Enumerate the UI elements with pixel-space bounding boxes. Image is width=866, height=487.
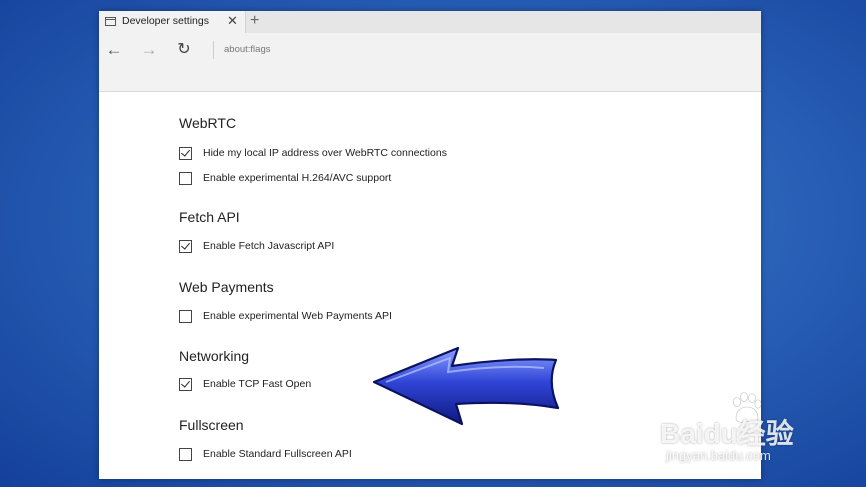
- checkbox[interactable]: [179, 378, 192, 391]
- option-label: Enable Standard Fullscreen API: [203, 448, 352, 460]
- section-title-fetch-api: Fetch API: [179, 209, 240, 225]
- option-label: Hide my local IP address over WebRTC con…: [203, 147, 447, 159]
- option-label: Enable Fetch Javascript API: [203, 240, 335, 252]
- address-bar[interactable]: about:flags: [224, 44, 270, 55]
- toolbar-band: [99, 67, 761, 92]
- checkbox[interactable]: [179, 448, 192, 461]
- section-title-web-payments: Web Payments: [179, 279, 274, 295]
- checkbox[interactable]: [179, 172, 192, 185]
- watermark-url: jingyan.baidu.com: [666, 448, 771, 463]
- tab-developer-settings[interactable]: Developer settings ✕: [99, 11, 246, 33]
- tab-bar: Developer settings ✕ +: [99, 11, 761, 33]
- forward-button[interactable]: →: [138, 39, 160, 61]
- new-tab-button[interactable]: +: [250, 12, 259, 30]
- watermark: Baidu经验 jingyan.baidu.com: [660, 390, 860, 470]
- left-arrow-icon: [372, 346, 560, 426]
- close-tab-icon[interactable]: ✕: [227, 13, 238, 29]
- option-label: Enable TCP Fast Open: [203, 378, 312, 390]
- section-title-fullscreen: Fullscreen: [179, 417, 244, 433]
- back-button[interactable]: ←: [103, 39, 125, 61]
- tab-title: Developer settings: [122, 15, 209, 27]
- watermark-logo: Baidu经验: [660, 418, 794, 449]
- nav-separator: [213, 41, 214, 59]
- section-title-networking: Networking: [179, 348, 250, 364]
- window-icon: [105, 17, 116, 26]
- option-label: Enable experimental Web Payments API: [203, 310, 392, 322]
- option-label: Enable experimental H.264/AVC support: [203, 172, 392, 184]
- checkbox[interactable]: [179, 240, 192, 253]
- checkbox[interactable]: [179, 147, 192, 160]
- section-title-webrtc: WebRTC: [179, 115, 237, 131]
- reload-button[interactable]: ↻: [173, 39, 195, 61]
- checkbox[interactable]: [179, 310, 192, 323]
- navigation-bar: ← → ↻ about:flags: [99, 33, 761, 67]
